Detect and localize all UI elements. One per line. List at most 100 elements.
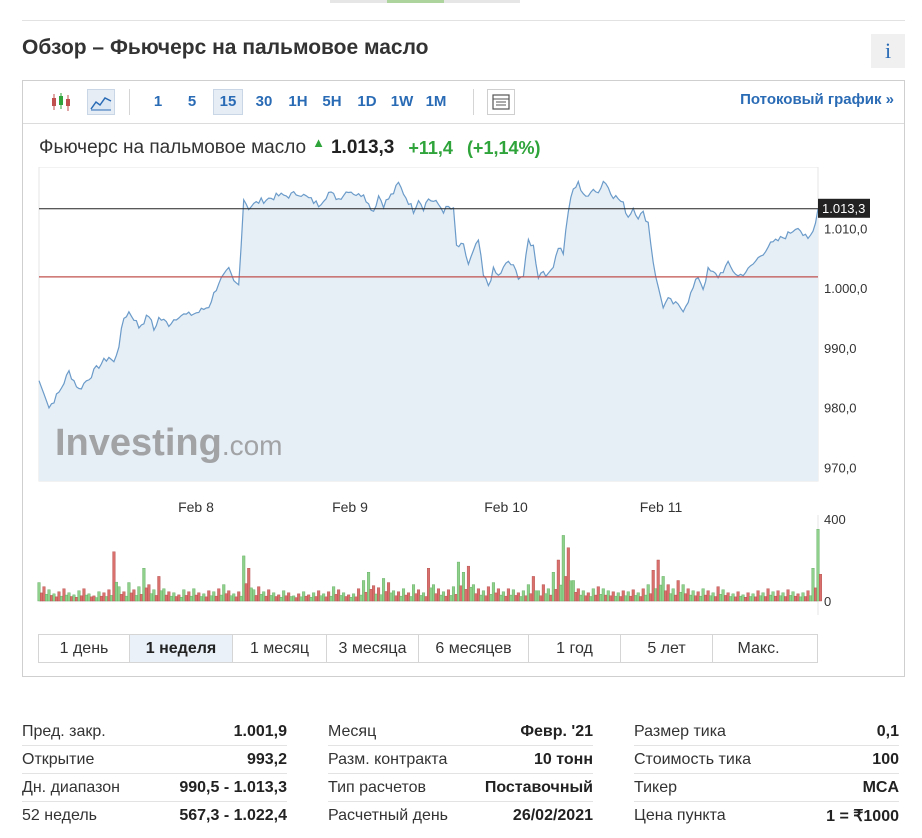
volume-bar-down bbox=[474, 593, 478, 602]
volume-bar-up bbox=[242, 555, 246, 602]
area-chart-icon[interactable] bbox=[87, 89, 115, 115]
volume-bar-down bbox=[294, 597, 298, 602]
volume-bar-up bbox=[471, 584, 475, 602]
volume-bar-up bbox=[332, 586, 336, 602]
range-2[interactable]: 1 месяц bbox=[233, 635, 327, 662]
volume-bar-up bbox=[279, 597, 283, 602]
range-3[interactable]: 3 месяца bbox=[327, 635, 419, 662]
range-6[interactable]: 5 лет bbox=[621, 635, 713, 662]
volume-bar-up bbox=[399, 595, 403, 602]
volume-bar-down bbox=[446, 589, 450, 602]
info-icon[interactable]: i bbox=[871, 34, 905, 68]
price-chart[interactable]: Investing.com 1.010,0 1.000,0 990,0 980,0 970… bbox=[23, 167, 904, 617]
timeframe-1d[interactable]: 1D bbox=[352, 89, 382, 115]
volume-bar-down bbox=[704, 594, 708, 602]
timeframe-5h[interactable]: 5H bbox=[317, 89, 347, 115]
volume-bar-up bbox=[182, 589, 186, 602]
streaming-chart-link[interactable]: Потоковый график » bbox=[740, 91, 894, 108]
volume-bar-up bbox=[561, 535, 565, 602]
volume-bar-down bbox=[187, 591, 191, 602]
volume-bar-down bbox=[277, 594, 281, 602]
timeframe-1m[interactable]: 1M bbox=[421, 89, 451, 115]
range-4[interactable]: 6 месяцев bbox=[419, 635, 529, 662]
volume-bar-up bbox=[312, 592, 316, 602]
volume-bar-down bbox=[531, 576, 535, 602]
volume-bar-down bbox=[122, 591, 126, 602]
volume-bar-up bbox=[731, 593, 735, 602]
volume-bar-down bbox=[486, 586, 490, 602]
volume-bar-up bbox=[72, 594, 76, 602]
volume-bar-up bbox=[302, 591, 306, 602]
volume-bar-down bbox=[806, 590, 810, 602]
volume-bar-down bbox=[119, 594, 123, 602]
volume-bar-down bbox=[247, 568, 251, 602]
volume-bar-down bbox=[726, 592, 730, 602]
candlestick-icon[interactable] bbox=[47, 89, 75, 115]
x-tick-label: Feb 11 bbox=[640, 499, 683, 515]
volume-tick-label: 400 bbox=[824, 512, 846, 527]
volume-bar-up bbox=[599, 594, 603, 602]
timeframe-1h[interactable]: 1H bbox=[283, 89, 313, 115]
range-1[interactable]: 1 неделя bbox=[130, 635, 233, 662]
volume-bar-up bbox=[689, 594, 693, 602]
volume-bar-down bbox=[444, 595, 448, 602]
timeframe-5[interactable]: 5 bbox=[181, 89, 203, 115]
timeframe-1[interactable]: 1 bbox=[147, 89, 169, 115]
range-7[interactable]: Макс. bbox=[713, 635, 804, 662]
volume-bar-down bbox=[357, 588, 361, 602]
range-0[interactable]: 1 день bbox=[39, 635, 130, 662]
watermark-brand: Investing bbox=[55, 422, 222, 464]
volume-bar-up bbox=[269, 595, 273, 602]
volume-bar-down bbox=[714, 596, 718, 602]
indicator-icon[interactable] bbox=[487, 89, 515, 115]
volume-bar-down bbox=[744, 597, 748, 602]
timeframe-15[interactable]: 15 bbox=[213, 89, 243, 115]
volume-bar-down bbox=[649, 593, 653, 602]
volume-bar-up bbox=[654, 588, 658, 602]
range-5[interactable]: 1 год bbox=[529, 635, 621, 662]
stat-row: Тип расчетов Поставочный bbox=[328, 774, 593, 802]
volume-bar-down bbox=[177, 594, 181, 602]
volume-bar-up bbox=[501, 591, 505, 602]
volume-bar-down bbox=[207, 590, 211, 602]
volume-bar-down bbox=[217, 588, 221, 602]
volume-bar-down bbox=[676, 580, 680, 602]
stat-row: Разм. контракта 10 тонн bbox=[328, 746, 593, 774]
volume-bar-up bbox=[769, 594, 773, 602]
volume-bar-down bbox=[167, 591, 171, 602]
stat-label: Тикер bbox=[634, 778, 677, 796]
volume-bar-up bbox=[709, 595, 713, 602]
timeframe-1w[interactable]: 1W bbox=[387, 89, 417, 115]
stat-value: 100 bbox=[872, 750, 899, 768]
volume-bar-down bbox=[466, 565, 470, 602]
volume-bar-up bbox=[809, 595, 813, 602]
volume-bar-up bbox=[189, 595, 193, 602]
stat-label: Месяц bbox=[328, 722, 377, 740]
stat-label: Стоимость тика bbox=[634, 750, 752, 768]
volume-bar-down bbox=[384, 591, 388, 602]
volume-bar-up bbox=[262, 591, 266, 602]
volume-bar-down bbox=[174, 596, 178, 602]
volume-bar-down bbox=[804, 596, 808, 602]
volume-bar-down bbox=[514, 595, 518, 602]
volume-bar-down bbox=[327, 591, 331, 602]
volume-bar-up bbox=[409, 596, 413, 602]
volume-bar-up bbox=[579, 594, 583, 602]
volume-bar-down bbox=[139, 594, 143, 602]
volume-bar-up bbox=[636, 592, 640, 602]
volume-bar-up bbox=[37, 582, 41, 602]
stat-row: Месяц Февр. '21 bbox=[328, 718, 593, 746]
volume-bar-down bbox=[334, 594, 338, 602]
volume-bar-up bbox=[451, 586, 455, 602]
volume-bar-up bbox=[606, 590, 610, 602]
stat-value: 993,2 bbox=[246, 750, 287, 768]
volume-bar-down bbox=[684, 593, 688, 602]
volume-bar-up bbox=[479, 594, 483, 602]
y-tick-label: 990,0 bbox=[824, 341, 857, 356]
timeframe-30[interactable]: 30 bbox=[249, 89, 279, 115]
stat-row: Размер тика 0,1 bbox=[634, 718, 899, 746]
volume-bar-up bbox=[339, 595, 343, 602]
volume-bar-up bbox=[791, 591, 795, 602]
volume-bar-down bbox=[194, 594, 198, 602]
volume-bar-up bbox=[671, 588, 675, 602]
